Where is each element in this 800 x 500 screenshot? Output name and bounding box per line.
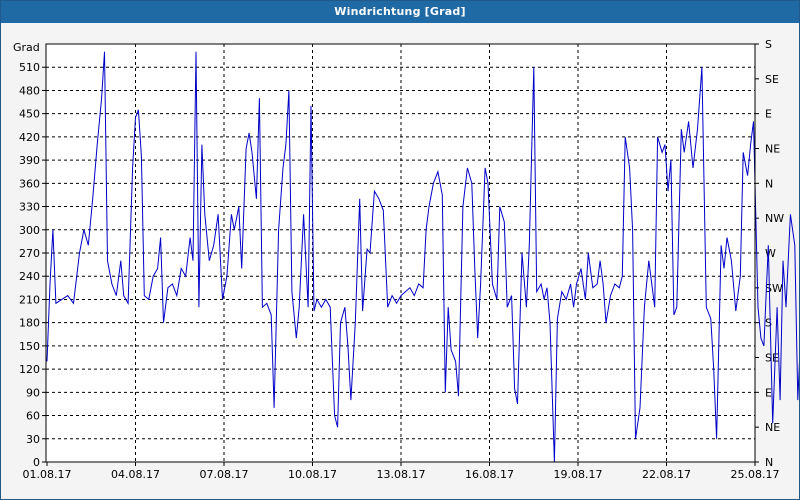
right-tick-label: S [765,38,772,51]
y-tick-label: 420 [19,131,40,144]
right-tick-label: NE [765,143,780,156]
right-tick-label: E [765,108,772,121]
y-tick-label: 120 [19,363,40,376]
y-axis-label: Grad [13,41,40,54]
x-tick-label: 04.08.17 [111,468,160,481]
x-tick-label: 10.08.17 [288,468,337,481]
x-tick-label: 01.08.17 [23,468,72,481]
x-tick-label: 19.08.17 [554,468,603,481]
x-tick-label: 25.08.17 [731,468,780,481]
y-axis-tick-labels: 0306090120150180210240270300330360390420… [19,61,40,469]
right-tick-label: SE [765,352,779,365]
y-tick-label: 510 [19,61,40,74]
right-tick-label: W [765,247,776,260]
right-tick-label: SW [765,282,783,295]
y-tick-label: 210 [19,293,40,306]
x-tick-label: 22.08.17 [642,468,691,481]
y-tick-label: 150 [19,340,40,353]
y-tick-label: 90 [26,386,40,399]
right-tick-label: S [765,317,772,330]
wind-direction-chart: Grad 03060901201501802102402703003303603… [13,38,799,481]
y-tick-label: 60 [26,410,40,423]
window-title: Windrichtung [Grad] [1,1,799,23]
y-tick-label: 330 [19,201,40,214]
y-tick-label: 300 [19,224,40,237]
y-tick-label: 30 [26,433,40,446]
chart-window: Windrichtung [Grad] Grad 0 30 60 90 120 150 18… [0,0,800,500]
y-tick-label: 360 [19,177,40,190]
right-tick-label: N [765,177,773,190]
y-tick-label: 270 [19,247,40,260]
right-tick-label: E [765,386,772,399]
y-tick-label: 480 [19,84,40,97]
x-axis-tick-labels: 01.08.17 04.08.17 07.08.17 10.08.17 13.08.17… [23,468,780,481]
y-tick-label: 240 [19,270,40,283]
y-tick-label: 390 [19,154,40,167]
y-tick-label: 180 [19,317,40,330]
x-tick-label: 13.08.17 [377,468,426,481]
x-tick-label: 16.08.17 [465,468,514,481]
right-tick-label: NW [765,212,784,225]
y-tick-label: 450 [19,108,40,121]
x-tick-label: 07.08.17 [200,468,249,481]
right-tick-label: SE [765,73,779,86]
